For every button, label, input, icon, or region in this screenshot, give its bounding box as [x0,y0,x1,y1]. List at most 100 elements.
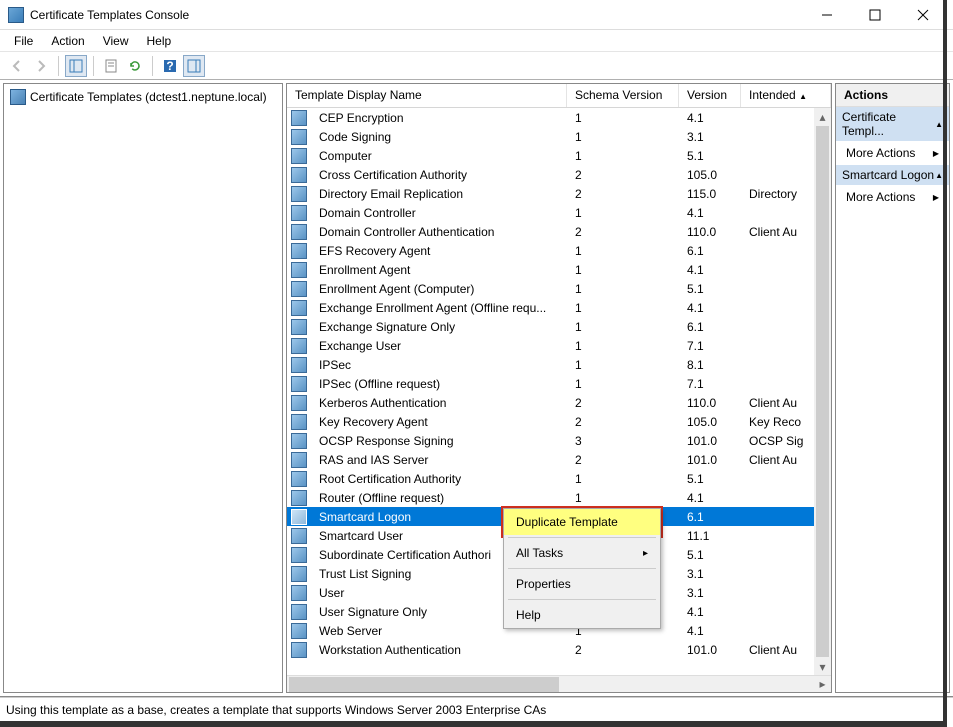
table-row[interactable]: Cross Certification Authority2105.0 [287,165,831,184]
collapse-icon: ▲ [935,171,943,180]
cell-name: Key Recovery Agent [311,415,567,429]
table-row[interactable]: Computer15.1 [287,146,831,165]
list-header: Template Display Name Schema Version Ver… [287,84,831,108]
scroll-up-icon[interactable]: ▴ [814,108,831,125]
table-row[interactable]: IPSec (Offline request)17.1 [287,374,831,393]
table-row[interactable]: Workstation Authentication2101.0Client A… [287,640,831,659]
table-row[interactable]: Directory Email Replication2115.0Directo… [287,184,831,203]
scroll-down-icon[interactable]: ▾ [814,658,831,675]
cell-version: 4.1 [679,111,741,125]
cell-name: Router (Offline request) [311,491,567,505]
help-button[interactable]: ? [159,55,181,77]
column-header-name[interactable]: Template Display Name [287,84,567,107]
maximize-button[interactable] [853,1,897,29]
table-row[interactable]: Key Recovery Agent2105.0Key Reco [287,412,831,431]
template-icon [291,604,307,620]
table-row[interactable]: EFS Recovery Agent16.1 [287,241,831,260]
app-icon [8,7,24,23]
template-icon [291,357,307,373]
menu-view[interactable]: View [95,32,137,50]
cell-schema: 2 [567,396,679,410]
scroll-thumb[interactable] [816,126,829,657]
cell-version: 4.1 [679,624,741,638]
cell-name: Exchange User [311,339,567,353]
table-row[interactable]: Domain Controller Authentication2110.0Cl… [287,222,831,241]
cell-schema: 2 [567,453,679,467]
cell-schema: 2 [567,643,679,657]
column-header-schema[interactable]: Schema Version [567,84,679,107]
template-icon [291,528,307,544]
title-bar: Certificate Templates Console [0,0,953,30]
horizontal-scrollbar[interactable]: ▸ [287,675,831,692]
cell-version: 4.1 [679,263,741,277]
back-button[interactable] [6,55,28,77]
actions-pane: Actions Certificate Templ...▲ More Actio… [835,83,950,693]
table-row[interactable]: Exchange Enrollment Agent (Offline requ.… [287,298,831,317]
table-row[interactable]: Enrollment Agent (Computer)15.1 [287,279,831,298]
table-row[interactable]: Domain Controller14.1 [287,203,831,222]
template-icon [291,490,307,506]
svg-text:?: ? [166,59,173,73]
template-icon [291,547,307,563]
table-row[interactable]: Enrollment Agent14.1 [287,260,831,279]
table-row[interactable]: IPSec18.1 [287,355,831,374]
cell-name: Exchange Enrollment Agent (Offline requ.… [311,301,567,315]
status-bar: Using this template as a base, creates a… [0,697,953,721]
cell-schema: 1 [567,282,679,296]
template-icon [291,167,307,183]
close-button[interactable] [901,1,945,29]
table-row[interactable]: Exchange User17.1 [287,336,831,355]
cell-schema: 1 [567,206,679,220]
cell-schema: 2 [567,225,679,239]
table-row[interactable]: Kerberos Authentication2110.0Client Au [287,393,831,412]
cell-version: 101.0 [679,434,741,448]
show-hide-tree-button[interactable] [65,55,87,77]
template-icon [291,395,307,411]
table-row[interactable]: RAS and IAS Server2101.0Client Au [287,450,831,469]
show-hide-action-pane-button[interactable] [183,55,205,77]
context-menu: Duplicate Template All Tasks Properties … [503,508,661,629]
tree-node-certificate-templates[interactable]: Certificate Templates (dctest1.neptune.l… [8,88,278,106]
context-menu-all-tasks[interactable]: All Tasks [504,540,660,566]
table-row[interactable]: Router (Offline request)14.1 [287,488,831,507]
actions-more-actions-2[interactable]: More Actions▶ [836,185,949,209]
cell-schema: 2 [567,187,679,201]
cell-version: 8.1 [679,358,741,372]
scroll-right-icon[interactable]: ▸ [814,676,831,693]
menu-file[interactable]: File [6,32,41,50]
table-row[interactable]: CEP Encryption14.1 [287,108,831,127]
actions-section-certificate-templates[interactable]: Certificate Templ...▲ [836,107,949,141]
refresh-button[interactable] [124,55,146,77]
column-header-intended[interactable]: Intended ▲ [741,84,831,107]
collapse-icon: ▲ [935,120,943,129]
cell-version: 3.1 [679,130,741,144]
cell-name: Computer [311,149,567,163]
hscroll-thumb[interactable] [289,677,559,692]
context-menu-properties[interactable]: Properties [504,571,660,597]
menu-help[interactable]: Help [139,32,180,50]
template-icon [291,319,307,335]
template-icon [291,338,307,354]
table-row[interactable]: OCSP Response Signing3101.0OCSP Sig [287,431,831,450]
cell-name: Kerberos Authentication [311,396,567,410]
actions-section-smartcard-logon[interactable]: Smartcard Logon▲ [836,165,949,185]
vertical-scrollbar[interactable]: ▴ ▾ [814,108,831,675]
forward-button[interactable] [30,55,52,77]
cell-name: Enrollment Agent [311,263,567,277]
tree-node-label: Certificate Templates (dctest1.neptune.l… [30,90,267,104]
table-row[interactable]: Code Signing13.1 [287,127,831,146]
cell-version: 5.1 [679,282,741,296]
context-menu-help[interactable]: Help [504,602,660,628]
cell-version: 110.0 [679,225,741,239]
menu-action[interactable]: Action [43,32,92,50]
cell-version: 6.1 [679,320,741,334]
column-header-version[interactable]: Version [679,84,741,107]
properties-button[interactable] [100,55,122,77]
table-row[interactable]: Exchange Signature Only16.1 [287,317,831,336]
cell-version: 105.0 [679,415,741,429]
table-row[interactable]: Root Certification Authority15.1 [287,469,831,488]
actions-more-actions-1[interactable]: More Actions▶ [836,141,949,165]
cell-name: Cross Certification Authority [311,168,567,182]
context-menu-duplicate-template[interactable]: Duplicate Template [504,509,660,535]
minimize-button[interactable] [805,1,849,29]
